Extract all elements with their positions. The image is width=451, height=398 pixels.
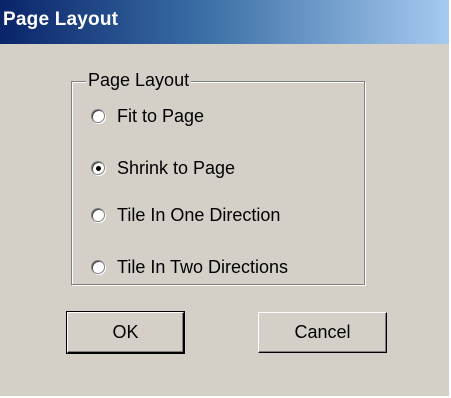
radio-button-selected-icon[interactable] (91, 161, 105, 175)
page-layout-dialog: Page Layout Page Layout Fit to Page Shri… (0, 0, 451, 398)
radio-label-tile-two-directions: Tile In Two Directions (117, 257, 289, 277)
groupbox-label: Page Layout (86, 69, 192, 91)
radio-label-shrink-to-page: Shrink to Page (117, 158, 236, 178)
radio-button-icon[interactable] (91, 260, 105, 274)
radio-label-tile-one-direction: Tile In One Direction (117, 205, 281, 225)
cancel-button[interactable]: Cancel (258, 312, 387, 353)
radio-tile-one-direction[interactable]: Tile In One Direction (91, 203, 280, 227)
title-bar[interactable]: Page Layout (0, 0, 449, 44)
ok-button[interactable]: OK (66, 311, 185, 354)
dialog-title: Page Layout (3, 9, 119, 30)
radio-button-icon[interactable] (91, 208, 105, 222)
radio-shrink-to-page[interactable]: Shrink to Page (91, 156, 235, 180)
radio-button-icon[interactable] (91, 109, 105, 123)
radio-fit-to-page[interactable]: Fit to Page (91, 104, 204, 128)
radio-label-fit-to-page: Fit to Page (117, 106, 205, 126)
radio-tile-two-directions[interactable]: Tile In Two Directions (91, 255, 288, 279)
radio-selected-dot-icon (96, 166, 101, 171)
